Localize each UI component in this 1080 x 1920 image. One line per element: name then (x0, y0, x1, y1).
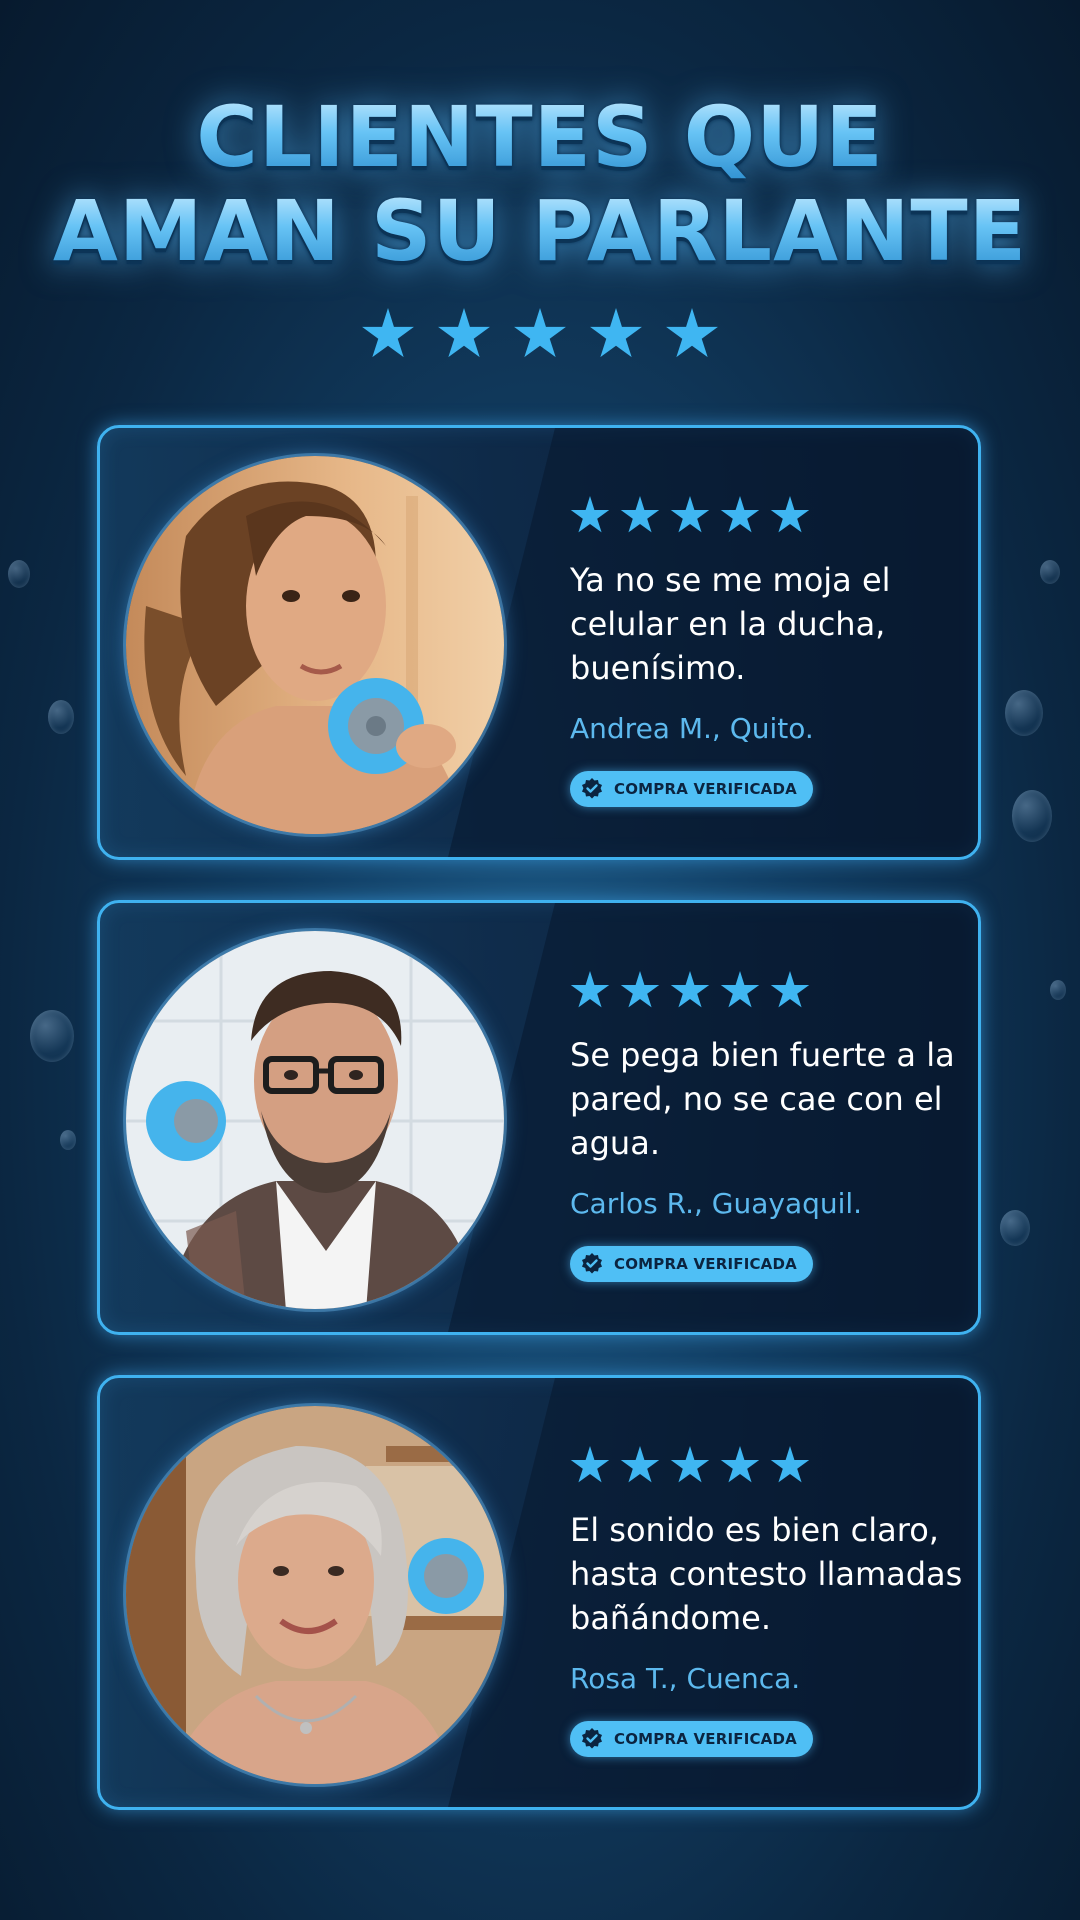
older-woman-with-speaker-photo (126, 1406, 504, 1784)
badge-label: COMPRA VERIFICADA (614, 780, 797, 798)
review-content: El sonido es bien claro, hasta contesto … (570, 1446, 970, 1757)
star-icon (670, 971, 710, 1008)
star-icon (570, 971, 610, 1008)
review-quote: Ya no se me moja el celular en la ducha,… (570, 561, 891, 687)
star-icon (514, 308, 566, 358)
star-icon (770, 971, 810, 1008)
review-content: Ya no se me moja el celular en la ducha,… (570, 496, 970, 807)
review-author: Carlos R., Guayaquil. (570, 1187, 863, 1220)
review-card-1: Ya no se me moja el celular en la ducha,… (97, 425, 981, 860)
review-card-3: El sonido es bien claro, hasta contesto … (97, 1375, 981, 1810)
star-icon (670, 1446, 710, 1483)
page-title-line-1: CLIENTES QUE (0, 90, 1080, 184)
star-icon (670, 496, 710, 533)
page-title-line-2: AMAN SU PARLANTE (0, 184, 1080, 278)
star-icon (570, 1446, 610, 1483)
woman-with-speaker-photo (126, 456, 504, 834)
verified-purchase-badge: COMPRA VERIFICADA (570, 1721, 813, 1757)
review-card-2: Se pega bien fuerte a la pared, no se ca… (97, 900, 981, 1335)
review-author: Andrea M., Quito. (570, 712, 814, 745)
star-icon (590, 308, 642, 358)
header: CLIENTES QUE AMAN SU PARLANTE (0, 90, 1080, 362)
review-rating (570, 971, 970, 1011)
star-icon (570, 496, 610, 533)
star-icon (620, 1446, 660, 1483)
review-quote: El sonido es bien claro, hasta contesto … (570, 1511, 963, 1637)
star-icon (770, 496, 810, 533)
review-rating (570, 496, 970, 536)
star-icon (438, 308, 490, 358)
review-quote: Se pega bien fuerte a la pared, no se ca… (570, 1036, 955, 1162)
badge-label: COMPRA VERIFICADA (614, 1255, 797, 1273)
verified-check-icon (580, 777, 604, 801)
header-rating (0, 308, 1080, 362)
star-icon (770, 1446, 810, 1483)
star-icon (720, 971, 760, 1008)
review-rating (570, 1446, 970, 1486)
verified-check-icon (580, 1252, 604, 1276)
verified-purchase-badge: COMPRA VERIFICADA (570, 771, 813, 807)
star-icon (720, 1446, 760, 1483)
star-icon (620, 496, 660, 533)
verified-purchase-badge: COMPRA VERIFICADA (570, 1246, 813, 1282)
man-with-speaker-photo (126, 931, 504, 1309)
star-icon (666, 308, 718, 358)
badge-label: COMPRA VERIFICADA (614, 1730, 797, 1748)
review-author: Rosa T., Cuenca. (570, 1662, 801, 1695)
star-icon (620, 971, 660, 1008)
review-content: Se pega bien fuerte a la pared, no se ca… (570, 971, 970, 1282)
verified-check-icon (580, 1727, 604, 1751)
star-icon (720, 496, 760, 533)
star-icon (362, 308, 414, 358)
